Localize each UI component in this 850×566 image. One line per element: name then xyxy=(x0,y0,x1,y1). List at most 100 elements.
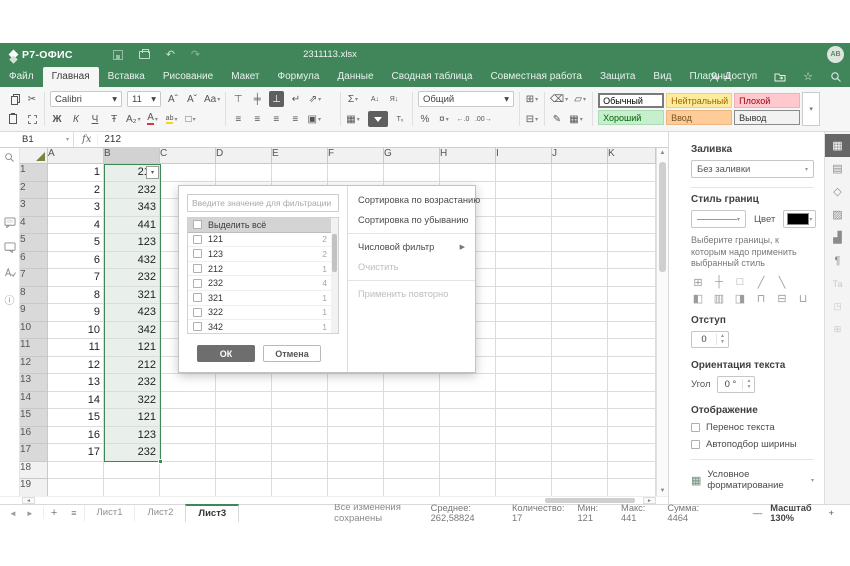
cell-J9[interactable] xyxy=(552,304,608,322)
cell-H19[interactable] xyxy=(440,479,496,497)
cell-E1[interactable] xyxy=(272,164,328,182)
border-preset-button-1[interactable]: ⊞ xyxy=(691,276,705,289)
about-icon[interactable]: ⓘ xyxy=(5,292,15,307)
row-header-16[interactable]: 16 xyxy=(20,427,48,445)
cell-K11[interactable] xyxy=(608,339,656,357)
cell-J8[interactable] xyxy=(552,287,608,305)
column-header-F[interactable]: F xyxy=(328,148,384,164)
cell-I2[interactable] xyxy=(496,182,552,200)
cell-D16[interactable] xyxy=(216,427,272,445)
tab-Файл[interactable]: Файл xyxy=(0,67,43,87)
find-icon[interactable] xyxy=(4,152,15,163)
cell-A17[interactable]: 17 xyxy=(48,444,104,462)
filter-select-all-row[interactable]: Выделить всё xyxy=(188,218,338,233)
cell-I13[interactable] xyxy=(496,374,552,392)
open-location-icon[interactable] xyxy=(774,71,786,83)
column-header-I[interactable]: I xyxy=(496,148,552,164)
border-color-select[interactable]: ▾ xyxy=(783,210,816,228)
cell-G18[interactable] xyxy=(384,462,440,480)
cell-A9[interactable]: 9 xyxy=(48,304,104,322)
cell-K14[interactable] xyxy=(608,392,656,410)
cell-D13[interactable] xyxy=(216,374,272,392)
cell-H14[interactable] xyxy=(440,392,496,410)
cell-C14[interactable] xyxy=(160,392,216,410)
pivot-settings-icon[interactable]: ⊞ xyxy=(825,318,850,341)
column-header-D[interactable]: D xyxy=(216,148,272,164)
cell-I15[interactable] xyxy=(496,409,552,427)
row-header-14[interactable]: 14 xyxy=(20,392,48,410)
align-right-button[interactable]: ≡ xyxy=(269,111,283,127)
zoom-out-button[interactable]: — xyxy=(753,508,763,519)
cell-G16[interactable] xyxy=(384,427,440,445)
tab-Совместная работа[interactable]: Совместная работа xyxy=(481,67,591,87)
cell-J2[interactable] xyxy=(552,182,608,200)
cell-C1[interactable] xyxy=(160,164,216,182)
access-button[interactable]: Доступ xyxy=(709,71,758,83)
format-as-table-button[interactable]: ▦▾ xyxy=(569,111,583,127)
cell-J14[interactable] xyxy=(552,392,608,410)
named-ranges-button[interactable]: ▦▾ xyxy=(346,111,360,127)
cell-E14[interactable] xyxy=(272,392,328,410)
cell-K2[interactable] xyxy=(608,182,656,200)
border-preset-button-8[interactable]: ◨ xyxy=(733,292,747,305)
cell-E15[interactable] xyxy=(272,409,328,427)
cell-D19[interactable] xyxy=(216,479,272,497)
spellcheck-icon[interactable] xyxy=(4,267,16,278)
cell-K8[interactable] xyxy=(608,287,656,305)
row-header-2[interactable]: 2 xyxy=(20,182,48,200)
format-painter-button[interactable]: ✎ xyxy=(550,111,564,127)
highlight-color-button[interactable]: ab▾ xyxy=(165,111,179,127)
cell-J17[interactable] xyxy=(552,444,608,462)
cell-J6[interactable] xyxy=(552,252,608,270)
filter-button[interactable] xyxy=(368,111,388,127)
tab-Макет[interactable]: Макет xyxy=(222,67,268,87)
cell-A15[interactable]: 15 xyxy=(48,409,104,427)
cell-A14[interactable]: 14 xyxy=(48,392,104,410)
border-preset-button-6[interactable]: ◧ xyxy=(691,292,705,305)
autosum-button[interactable]: Σ▾ xyxy=(346,91,360,107)
autofit-checkbox-row[interactable]: Автоподбор ширины xyxy=(691,439,814,450)
copy-button[interactable] xyxy=(6,91,20,107)
cell-B7[interactable]: 232 xyxy=(104,269,160,287)
cell-B17[interactable]: 232 xyxy=(104,444,160,462)
currency-style-button[interactable]: ¤▾ xyxy=(437,111,451,127)
copy-style-button[interactable]: ▱▾ xyxy=(573,91,587,107)
filter-value-row-121[interactable]: 1212 xyxy=(188,233,338,248)
decrease-decimal-button[interactable]: ←.0 xyxy=(456,111,470,127)
subscript-button[interactable]: A₂▾ xyxy=(126,111,141,127)
cell-I12[interactable] xyxy=(496,357,552,375)
cell-K10[interactable] xyxy=(608,322,656,340)
cell-G15[interactable] xyxy=(384,409,440,427)
cell-A19[interactable] xyxy=(48,479,104,497)
increase-font-button[interactable]: Aˆ xyxy=(166,91,180,107)
cell-B14[interactable]: 322 xyxy=(104,392,160,410)
cancel-button[interactable]: Отмена xyxy=(263,345,321,362)
column-header-H[interactable]: H xyxy=(440,148,496,164)
sheet-next-icon[interactable]: ► xyxy=(26,509,34,518)
cell-A18[interactable] xyxy=(48,462,104,480)
strikeout-button[interactable]: Ŧ xyxy=(107,111,121,127)
formula-input[interactable]: 212 xyxy=(98,134,121,145)
align-left-button[interactable]: ≡ xyxy=(231,111,245,127)
horizontal-scroll-thumb[interactable] xyxy=(545,498,635,503)
cell-I18[interactable] xyxy=(496,462,552,480)
font-name-combo[interactable]: Calibri▾ xyxy=(50,91,122,107)
cell-H16[interactable] xyxy=(440,427,496,445)
cell-B9[interactable]: 423 xyxy=(104,304,160,322)
delete-cells-button[interactable]: ⊟▾ xyxy=(525,111,539,127)
decrease-font-button[interactable]: Aˇ xyxy=(185,91,199,107)
underline-button[interactable]: Ч xyxy=(88,111,102,127)
cell-I3[interactable] xyxy=(496,199,552,217)
comments-icon[interactable] xyxy=(4,217,16,228)
tab-Рисование[interactable]: Рисование xyxy=(154,67,222,87)
row-header-19[interactable]: 19 xyxy=(20,479,48,497)
wrap-text-checkbox-row[interactable]: Перенос текста xyxy=(691,422,814,433)
row-header-13[interactable]: 13 xyxy=(20,374,48,392)
cell-J3[interactable] xyxy=(552,199,608,217)
tab-Сводная таблица[interactable]: Сводная таблица xyxy=(383,67,482,87)
cell-B8[interactable]: 321 xyxy=(104,287,160,305)
border-preset-button-5[interactable]: ╲ xyxy=(775,276,789,289)
number-format-combo[interactable]: Общий▾ xyxy=(418,91,514,107)
align-top-button[interactable]: ⊤ xyxy=(231,91,245,107)
column-header-J[interactable]: J xyxy=(552,148,608,164)
